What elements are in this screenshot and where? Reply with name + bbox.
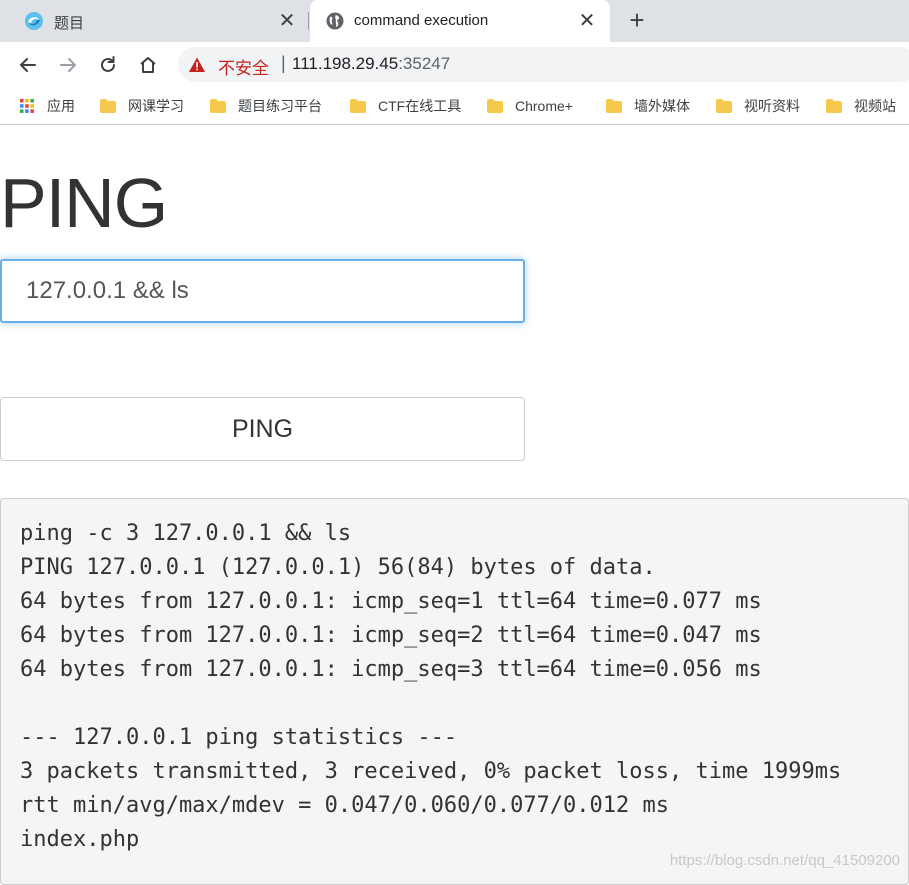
address-divider: |: [281, 53, 286, 73]
apps-grid-icon: [20, 99, 34, 113]
bookmark-folder-ctf-tools[interactable]: CTF在线工具: [350, 96, 461, 116]
browser-toolbar: 不安全 | 111.198.29.45:35247: [0, 42, 909, 87]
url-port: :35247: [398, 54, 451, 73]
bookmark-folder-audiovisual[interactable]: 视听资料: [716, 96, 800, 116]
bookmark-folder-wangke[interactable]: 网课学习: [100, 96, 184, 116]
folder-icon: [100, 99, 116, 113]
tab-title: command execution: [354, 12, 489, 29]
tab-command-execution[interactable]: command execution ✕: [310, 0, 610, 42]
reload-icon: [101, 56, 115, 72]
bookmark-label: 题目练习平台: [238, 98, 322, 114]
bookmark-label: 视频站: [854, 98, 896, 114]
output-line: 64 bytes from 127.0.0.1: icmp_seq=3 ttl=…: [20, 657, 762, 682]
tab-title: 题目: [54, 15, 85, 32]
folder-icon: [826, 99, 842, 113]
address-bar[interactable]: 不安全 | 111.198.29.45:35247: [178, 47, 909, 82]
folder-icon: [350, 99, 366, 113]
output-line: PING 127.0.0.1 (127.0.0.1) 56(84) bytes …: [20, 555, 656, 580]
bookmark-apps[interactable]: 应用: [19, 96, 75, 116]
url-host: 111.198.29.45: [292, 54, 399, 73]
watermark: https://blog.csdn.net/qq_41509200: [669, 852, 900, 869]
output-line: 64 bytes from 127.0.0.1: icmp_seq=1 ttl=…: [20, 589, 762, 614]
folder-icon: [210, 99, 226, 113]
bookmark-folder-video[interactable]: 视频站: [826, 96, 896, 116]
output-line: --- 127.0.0.1 ping statistics ---: [20, 725, 458, 750]
not-secure-label[interactable]: 不安全: [218, 54, 269, 79]
output-line: 64 bytes from 127.0.0.1: icmp_seq=2 ttl=…: [20, 623, 762, 648]
new-tab-button[interactable]: +: [624, 7, 650, 34]
command-output: ping -c 3 127.0.0.1 && ls PING 127.0.0.1…: [0, 498, 909, 885]
folder-icon: [606, 99, 622, 113]
page-title: PING: [0, 164, 168, 242]
back-arrow-icon: [20, 58, 36, 72]
bookmark-label: Chrome+: [515, 98, 573, 114]
bookmarks-bar: 应用 网课学习 题目练习平台 CTF在线工具 Chrome+ 墙外媒体 视听资料…: [0, 87, 909, 125]
home-button[interactable]: [135, 52, 161, 78]
bookmark-label: CTF在线工具: [378, 98, 462, 114]
bookmark-label: 视听资料: [744, 98, 800, 114]
globe-icon: [326, 12, 344, 30]
forward-arrow-icon: [60, 58, 76, 72]
back-button[interactable]: [15, 52, 41, 78]
bookmark-folder-chrome-plus[interactable]: Chrome+: [487, 96, 573, 116]
reload-button[interactable]: [95, 52, 121, 78]
tab-separator: [308, 12, 309, 30]
tab-strip: 题目 ✕ command execution ✕ +: [0, 0, 909, 42]
bookmark-folder-practice[interactable]: 题目练习平台: [210, 96, 322, 116]
warning-triangle-icon: [189, 57, 205, 72]
output-line: 3 packets transmitted, 3 received, 0% pa…: [20, 759, 842, 784]
bookmark-label: 墙外媒体: [634, 98, 690, 114]
url-text: 111.198.29.45:35247: [292, 54, 450, 74]
home-icon: [140, 57, 156, 73]
forward-button[interactable]: [55, 52, 81, 78]
bookmark-label: 网课学习: [128, 98, 184, 114]
output-line: rtt min/avg/max/mdev = 0.047/0.060/0.077…: [20, 793, 670, 818]
ip-address-input[interactable]: [0, 259, 525, 323]
folder-icon: [716, 99, 732, 113]
close-tab-icon[interactable]: ✕: [276, 10, 298, 32]
ping-button[interactable]: PING: [0, 397, 525, 461]
bookmark-label: 应用: [47, 98, 75, 114]
tab-tiku[interactable]: 题目 ✕: [0, 0, 308, 42]
close-tab-icon[interactable]: ✕: [576, 10, 598, 32]
swirl-logo-icon: [25, 12, 43, 30]
bookmark-folder-media[interactable]: 墙外媒体: [606, 96, 690, 116]
folder-icon: [487, 99, 503, 113]
output-line: ping -c 3 127.0.0.1 && ls: [20, 521, 352, 546]
